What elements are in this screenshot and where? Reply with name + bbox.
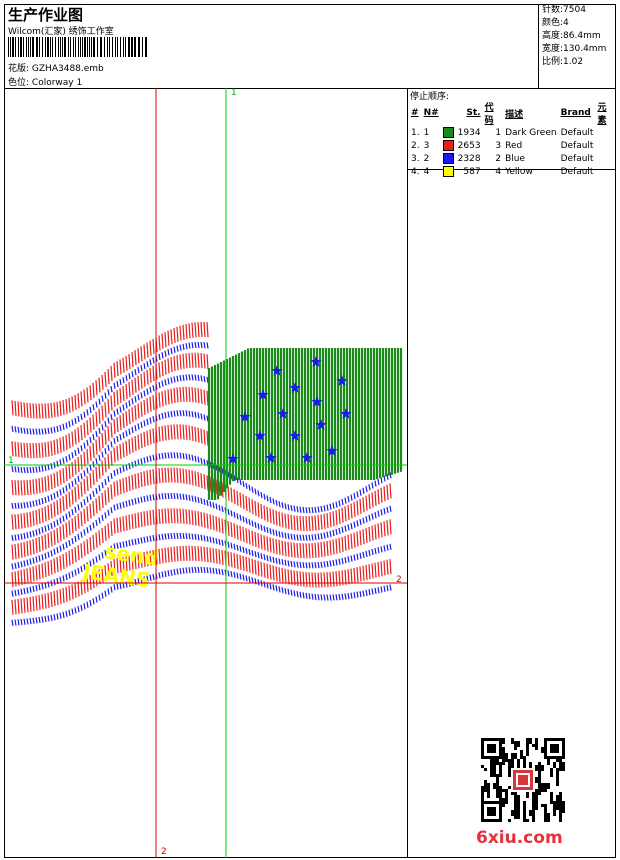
col-brand: Brand bbox=[560, 108, 591, 118]
row-code: 4 bbox=[495, 166, 502, 177]
colorway-value: Colorway 1 bbox=[31, 78, 83, 88]
row-desc: Yellow bbox=[505, 166, 533, 177]
row-element bbox=[595, 165, 616, 178]
row-code: 2 bbox=[495, 153, 502, 164]
color-swatch bbox=[442, 153, 454, 164]
table-header-row: # N# St. 代码 描述 Brand 元素 bbox=[409, 100, 616, 126]
row-index: 3. bbox=[411, 153, 420, 164]
watermark: 6xiu.com bbox=[476, 828, 563, 848]
stat-height: 高度:86.4mm bbox=[542, 31, 601, 41]
colorway: 色位: Colorway 1 bbox=[8, 75, 82, 88]
stat-stitches: 针数:7504 bbox=[542, 5, 586, 15]
embroidery-design: sendJEANS bbox=[4, 88, 407, 858]
color-swatch bbox=[442, 140, 454, 151]
row-stitches: 587 bbox=[463, 166, 481, 177]
stop-sequence-table: # N# St. 代码 描述 Brand 元素 1. 1 1934 1 Dark Gre… bbox=[409, 100, 616, 178]
flag-canton bbox=[207, 348, 403, 500]
marker-right: 2 bbox=[396, 575, 402, 585]
row-element bbox=[595, 152, 616, 165]
marker-top: 1 bbox=[231, 88, 237, 98]
stats-box: 针数:7504 颜色:4 高度:86.4mm 宽度:130.4mm 比例:1.0… bbox=[538, 4, 616, 88]
row-desc: Red bbox=[505, 140, 523, 151]
page-title: 生产作业图 bbox=[8, 6, 84, 24]
row-index: 1. bbox=[411, 127, 420, 138]
col-swatch bbox=[441, 100, 456, 126]
company-name: Wilcom(汇家) 绣饰工作室 bbox=[8, 27, 114, 37]
stat-colors: 颜色:4 bbox=[542, 18, 569, 28]
design-canvas: send JEANS bbox=[4, 88, 408, 858]
table-row: 3. 2 2328 2 Blue Default bbox=[409, 152, 616, 165]
pattern-label: 花版: bbox=[8, 64, 30, 74]
row-swatch bbox=[441, 165, 456, 178]
row-brand: Default bbox=[560, 140, 594, 151]
color-swatch bbox=[442, 166, 454, 177]
stop-sequence-panel: 停止顺序: # N# St. 代码 描述 Brand 元素 1. 1 1934 1 Da… bbox=[408, 88, 616, 177]
col-stitches: St. bbox=[466, 108, 481, 118]
pattern-name: 花版: GZHA3488.emb bbox=[8, 61, 104, 74]
row-n: 3 bbox=[423, 140, 430, 151]
color-swatch bbox=[442, 127, 454, 138]
col-n: N# bbox=[423, 108, 439, 118]
col-code: 代码 bbox=[484, 103, 494, 126]
marker-left: 1 bbox=[8, 456, 14, 466]
table-row: 1. 1 1934 1 Dark Green Default bbox=[409, 126, 616, 139]
marker-bottom: 2 bbox=[161, 847, 167, 857]
table-row: 4. 4 587 4 Yellow Default bbox=[409, 165, 616, 178]
row-element bbox=[595, 139, 616, 152]
col-desc: 描述 bbox=[505, 109, 524, 120]
row-n: 1 bbox=[423, 127, 430, 138]
row-index: 4. bbox=[411, 166, 420, 177]
col-index: # bbox=[411, 108, 419, 118]
row-desc: Blue bbox=[505, 153, 526, 164]
colorway-label: 色位: bbox=[8, 78, 30, 88]
row-brand: Default bbox=[560, 166, 594, 177]
barcode bbox=[8, 37, 147, 57]
row-brand: Default bbox=[560, 153, 594, 164]
row-code: 1 bbox=[495, 127, 502, 138]
row-index: 2. bbox=[411, 140, 420, 151]
col-element: 元素 bbox=[597, 103, 607, 126]
stat-scale: 比例:1.02 bbox=[542, 57, 584, 67]
row-element bbox=[595, 126, 616, 139]
pattern-value: GZHA3488.emb bbox=[31, 64, 104, 74]
row-stitches: 2328 bbox=[457, 153, 481, 164]
row-n: 2 bbox=[423, 153, 430, 164]
row-stitches: 2653 bbox=[457, 140, 481, 151]
row-stitches: 1934 bbox=[457, 127, 481, 138]
row-desc: Dark Green bbox=[505, 127, 557, 138]
row-swatch bbox=[441, 139, 456, 152]
table-row: 2. 3 2653 3 Red Default bbox=[409, 139, 616, 152]
row-n: 4 bbox=[423, 166, 430, 177]
stat-width: 宽度:130.4mm bbox=[542, 44, 607, 54]
row-swatch bbox=[441, 126, 456, 139]
row-swatch bbox=[441, 152, 456, 165]
row-code: 3 bbox=[495, 140, 502, 151]
row-brand: Default bbox=[560, 127, 594, 138]
qr-code bbox=[481, 738, 565, 822]
